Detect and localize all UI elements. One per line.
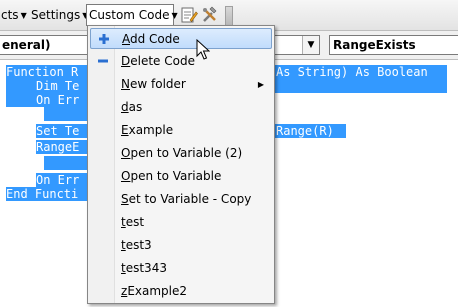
chevron-down-icon: ▼ xyxy=(171,11,178,20)
code-line xyxy=(6,93,36,107)
chevron-right-icon: ▶ xyxy=(257,80,264,89)
toolbar-item-label: Settings xyxy=(31,8,81,22)
custom-code-dropdown-menu: Add Code Delete Code New folder ▶ das Ex… xyxy=(87,25,275,304)
object-combo-value: eneral) xyxy=(2,38,51,52)
menu-item-zexample2[interactable]: zExample2 xyxy=(90,281,272,302)
mouse-pointer-icon xyxy=(196,38,211,61)
menu-item-test[interactable]: test xyxy=(90,212,272,233)
toolbar-item-custom-code[interactable]: Custom Code ▼ xyxy=(89,6,178,24)
toolbar-item-label: Custom Code xyxy=(89,8,170,22)
code-line: Range(R) xyxy=(276,124,346,138)
procedure-combo[interactable]: RangeExists xyxy=(329,35,458,55)
menu-item-label: Open to Variable (2) xyxy=(121,146,243,160)
menu-item-set-to-variable-copy[interactable]: Set to Variable - Copy xyxy=(90,189,272,210)
menu-item-label: Set to Variable - Copy xyxy=(121,192,252,206)
procedure-combo-value: RangeExists xyxy=(333,38,416,52)
menu-item-test3[interactable]: test3 xyxy=(90,235,272,256)
menu-item-label: zExample2 xyxy=(121,284,188,298)
toolbar-item-settings[interactable]: Settings▼ xyxy=(31,6,88,24)
menu-item-test343[interactable]: test343 xyxy=(90,258,272,279)
menu-item-das[interactable]: das xyxy=(90,97,272,118)
code-line: As String) As Boolean xyxy=(276,65,447,79)
code-line: End Functi xyxy=(6,187,96,201)
menu-item-new-folder[interactable]: New folder ▶ xyxy=(90,74,272,95)
tools-icon[interactable] xyxy=(201,6,219,24)
chevron-down-icon: ▼ xyxy=(20,11,27,20)
toolbar-item-products[interactable]: cts ▼ xyxy=(1,6,27,24)
chevron-down-icon[interactable]: ▼ xyxy=(302,36,319,54)
menu-item-label: test343 xyxy=(121,261,167,275)
menu-item-label: Add Code xyxy=(122,32,180,46)
menu-item-label: test3 xyxy=(121,238,152,252)
menu-item-label: Delete Code xyxy=(121,54,195,68)
menu-item-example[interactable]: Example xyxy=(90,120,272,141)
menu-item-open-to-variable-2[interactable]: Open to Variable (2) xyxy=(90,143,272,164)
menu-item-label: New folder xyxy=(121,77,186,91)
menu-item-label: Example xyxy=(121,123,174,137)
edit-page-icon[interactable] xyxy=(180,6,198,24)
plus-icon xyxy=(97,32,111,46)
menu-item-label: Open to Variable xyxy=(121,169,222,183)
menu-item-label: das xyxy=(121,100,143,114)
toolbar-overflow-button[interactable] xyxy=(225,6,233,26)
menu-item-open-to-variable[interactable]: Open to Variable xyxy=(90,166,272,187)
minus-icon xyxy=(96,54,110,68)
menu-item-add-code[interactable]: Add Code xyxy=(90,28,272,49)
toolbar-item-label: cts xyxy=(1,8,19,22)
menu-item-label: test xyxy=(121,215,145,229)
menu-item-delete-code[interactable]: Delete Code xyxy=(90,51,272,72)
